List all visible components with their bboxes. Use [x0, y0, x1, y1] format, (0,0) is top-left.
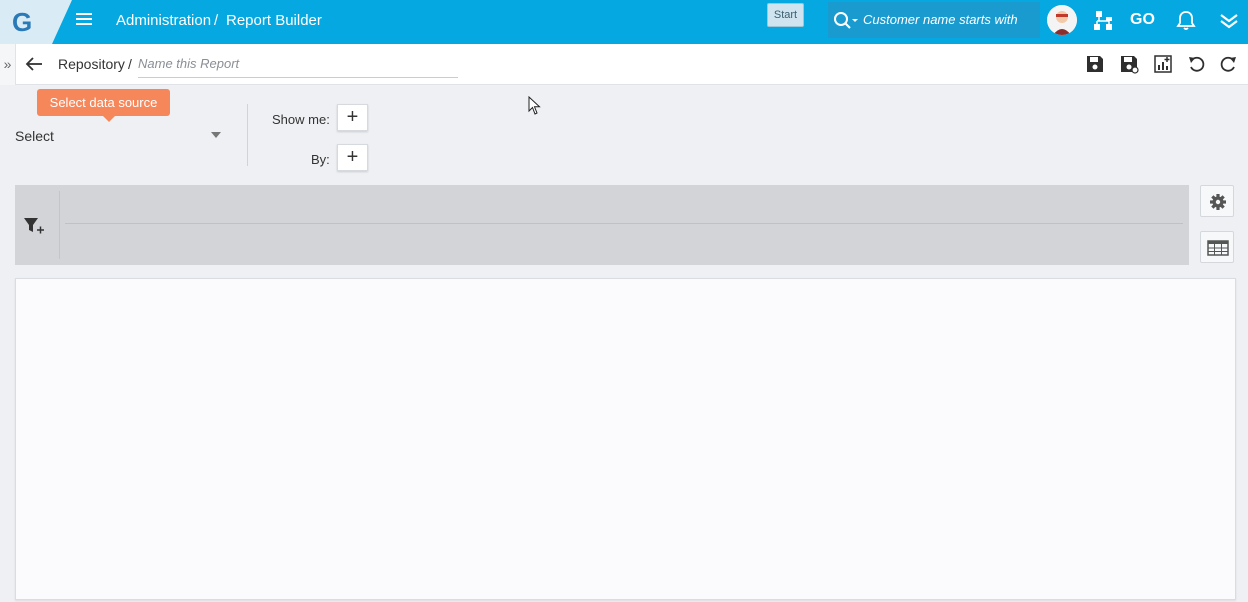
show-me-label: Show me:	[272, 112, 330, 127]
logo-letter: G	[12, 7, 33, 37]
search-icon[interactable]	[833, 11, 861, 29]
table-view-button[interactable]	[1200, 231, 1234, 263]
hierarchy-icon[interactable]	[1092, 9, 1116, 33]
save-as-icon[interactable]	[1119, 54, 1139, 74]
expand-panel-button[interactable]: »	[0, 44, 16, 85]
report-canvas[interactable]	[15, 278, 1236, 600]
logo-background	[0, 0, 72, 44]
divider	[247, 104, 248, 166]
filter-divider	[59, 191, 60, 259]
chevron-double-down-icon[interactable]	[1217, 9, 1241, 33]
menu-icon[interactable]	[74, 10, 94, 30]
avatar-icon	[1047, 5, 1077, 35]
app-logo[interactable]: G	[0, 0, 72, 44]
undo-icon[interactable]	[1187, 54, 1207, 74]
by-label: By:	[311, 152, 330, 167]
breadcrumb-report-builder: Report Builder	[226, 12, 322, 29]
chevron-down-icon[interactable]	[211, 132, 221, 138]
filter-drop-zone[interactable]	[65, 223, 1183, 224]
filter-add-icon[interactable]	[23, 217, 47, 235]
gear-icon	[1210, 194, 1226, 210]
breadcrumb-separator: /	[214, 12, 219, 29]
start-button[interactable]: Start	[767, 3, 804, 27]
user-avatar[interactable]	[1047, 5, 1077, 35]
top-bar: G Administration / Report Builder Start …	[0, 0, 1248, 44]
select-data-source-tooltip: Select data source	[37, 89, 170, 122]
refresh-icon[interactable]	[1218, 54, 1238, 74]
report-name-input[interactable]	[138, 50, 458, 78]
back-arrow-icon[interactable]	[24, 54, 44, 74]
go-icon[interactable]: GO	[1130, 11, 1155, 29]
save-icon[interactable]	[1085, 54, 1105, 74]
add-measure-button[interactable]: +	[337, 104, 368, 131]
settings-button[interactable]	[1200, 185, 1234, 217]
breadcrumb-administration[interactable]: Administration	[116, 12, 211, 29]
chart-icon[interactable]	[1153, 54, 1173, 74]
report-toolbar: » Repository /	[0, 44, 1248, 85]
breadcrumb-repository[interactable]: Repository	[58, 56, 125, 72]
breadcrumb-separator: /	[128, 56, 132, 72]
bell-icon[interactable]	[1174, 9, 1198, 33]
mouse-cursor-icon	[528, 96, 541, 115]
add-dimension-button[interactable]: +	[337, 144, 368, 171]
global-search[interactable]: Customer name starts with	[828, 2, 1040, 38]
data-source-select[interactable]: Select	[15, 128, 54, 144]
table-icon	[1207, 240, 1229, 256]
filter-bar	[15, 185, 1189, 265]
search-placeholder[interactable]: Customer name starts with	[863, 12, 1018, 27]
